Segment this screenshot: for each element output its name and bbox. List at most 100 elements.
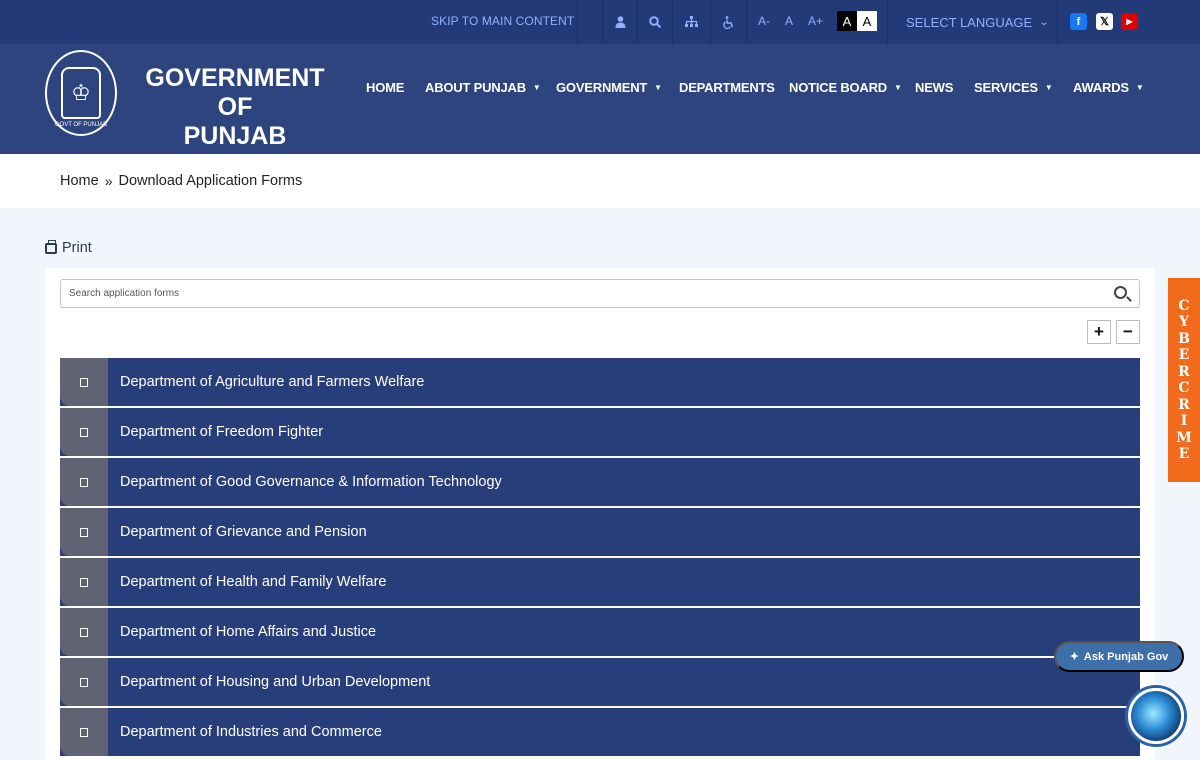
expand-icon (80, 727, 88, 737)
skip-to-main-content-link[interactable]: SKIP TO MAIN CONTENT (431, 14, 574, 28)
nav-label: GOVERNMENT (556, 80, 648, 95)
cyber-letter: E (1178, 446, 1190, 462)
nav-awards[interactable]: AWARDS ▼ (1073, 80, 1144, 95)
caret-down-icon: ▼ (654, 83, 662, 92)
nav-label: DEPARTMENTS (679, 80, 775, 95)
accordion-toggle[interactable] (60, 608, 108, 656)
cyber-crime-tab[interactable]: C Y B E R C R I M E (1168, 278, 1200, 482)
accordion-item[interactable]: Department of Grievance and Pension (60, 508, 1140, 556)
print-button[interactable]: Print (45, 239, 92, 256)
breadcrumb-separator: » (104, 173, 113, 189)
accordion-label: Department of Grievance and Pension (120, 524, 367, 540)
search-icon[interactable] (645, 12, 665, 32)
expand-icon (80, 677, 88, 687)
accordion-label: Department of Freedom Fighter (120, 424, 324, 440)
font-decrease-button[interactable]: A- (758, 14, 770, 28)
cyber-letter: I (1180, 413, 1188, 429)
breadcrumb-home-link[interactable]: Home (60, 173, 99, 189)
expand-icon (80, 527, 88, 537)
accordion-toggle[interactable] (60, 508, 108, 556)
sitemap-icon[interactable] (681, 12, 701, 32)
divider (887, 0, 888, 44)
accordion-toggle[interactable] (60, 658, 108, 706)
font-normal-button[interactable]: A (785, 14, 793, 28)
accordion-toggle[interactable] (60, 358, 108, 406)
user-icon[interactable] (610, 12, 630, 32)
language-label: SELECT LANGUAGE (906, 15, 1033, 30)
nav-about-punjab[interactable]: ABOUT PUNJAB ▼ (425, 80, 541, 95)
accordion-label: Department of Home Affairs and Justice (120, 624, 377, 640)
cyber-letter: M (1176, 429, 1192, 446)
chatbot-launcher-icon[interactable] (1128, 688, 1184, 744)
high-contrast-button[interactable]: A (837, 11, 857, 31)
accordion-toggle[interactable] (60, 458, 108, 506)
nav-label: NEWS (915, 80, 954, 95)
cyber-letter: R (1178, 363, 1190, 380)
collapse-all-button[interactable]: − (1116, 320, 1140, 344)
nav-label: NOTICE BOARD (789, 80, 887, 95)
accordion-toggle[interactable] (60, 708, 108, 756)
x-icon[interactable]: 𝕏 (1096, 13, 1113, 30)
divider (746, 0, 747, 44)
font-increase-button[interactable]: A+ (808, 14, 823, 28)
divider (637, 0, 638, 44)
punjab-emblem-logo[interactable]: ♔ GOVT OF PUNJAB (45, 50, 117, 136)
expand-all-button[interactable]: + (1087, 320, 1111, 344)
accordion-label: Department of Housing and Urban Developm… (120, 674, 431, 690)
nav-home[interactable]: HOME (366, 80, 404, 95)
expand-icon (80, 577, 88, 587)
expand-icon (80, 427, 88, 437)
accordion-label: Department of Agriculture and Farmers We… (120, 374, 425, 390)
accordion-toggle[interactable] (60, 408, 108, 456)
nav-label: ABOUT PUNJAB (425, 80, 526, 95)
nav-notice-board[interactable]: NOTICE BOARD ▼ (789, 80, 902, 95)
ask-label: Ask Punjab Gov (1083, 650, 1169, 663)
expand-icon (80, 377, 88, 387)
breadcrumb-bar: Home » Download Application Forms (0, 154, 1200, 208)
caret-down-icon: ▼ (894, 83, 902, 92)
accordion-label: Department of Industries and Commerce (120, 724, 382, 740)
accordion-item[interactable]: Department of Freedom Fighter (60, 408, 1140, 456)
search-icon[interactable] (1114, 286, 1127, 299)
cyber-letter: C (1178, 297, 1190, 314)
nav-departments[interactable]: DEPARTMENTS (679, 80, 775, 95)
search-box (60, 279, 1140, 308)
facebook-icon[interactable]: f (1070, 13, 1087, 30)
cyber-letter: R (1178, 396, 1190, 413)
site-title-line1: GOVERNMENT OF (145, 64, 325, 121)
accordion-item[interactable]: Department of Health and Family Welfare (60, 558, 1140, 606)
expand-icon (80, 627, 88, 637)
expand-icon (80, 477, 88, 487)
nav-news[interactable]: NEWS (915, 80, 953, 95)
cyber-letter: C (1178, 380, 1190, 396)
nav-label: AWARDS (1073, 80, 1129, 95)
accordion-item[interactable]: Department of Agriculture and Farmers We… (60, 358, 1140, 406)
printer-icon (45, 239, 57, 254)
cyber-letter: B (1178, 330, 1190, 347)
divider (577, 0, 578, 44)
nav-government[interactable]: GOVERNMENT ▼ (556, 80, 662, 95)
language-selector[interactable]: SELECT LANGUAGE ⌄ (906, 15, 1050, 30)
nav-label: SERVICES (974, 80, 1038, 95)
youtube-icon[interactable]: ▶ (1121, 13, 1138, 30)
ask-punjab-gov-button[interactable]: ✦ Ask Punjab Gov (1054, 641, 1184, 672)
normal-contrast-button[interactable]: A (857, 11, 877, 31)
accordion-label: Department of Good Governance & Informat… (120, 474, 502, 490)
cyber-letter: E (1178, 347, 1190, 363)
divider (672, 0, 673, 44)
accordion-item[interactable]: Department of Good Governance & Informat… (60, 458, 1140, 506)
site-title[interactable]: GOVERNMENT OF PUNJAB (126, 64, 344, 151)
accordion-item[interactable]: Department of Housing and Urban Developm… (60, 658, 1140, 706)
accessibility-icon[interactable] (718, 12, 738, 32)
cyber-letter: Y (1179, 314, 1189, 330)
divider (710, 0, 711, 44)
lion-capital-icon: ♔ (61, 67, 101, 119)
nav-services[interactable]: SERVICES ▼ (974, 80, 1053, 95)
divider (602, 0, 603, 44)
accordion-toggle[interactable] (60, 558, 108, 606)
department-accordion: Department of Agriculture and Farmers We… (60, 358, 1140, 758)
search-input[interactable] (61, 280, 1081, 307)
caret-down-icon: ▼ (1044, 83, 1053, 92)
accordion-item[interactable]: Department of Home Affairs and Justice (60, 608, 1140, 656)
accordion-item[interactable]: Department of Industries and Commerce (60, 708, 1140, 756)
